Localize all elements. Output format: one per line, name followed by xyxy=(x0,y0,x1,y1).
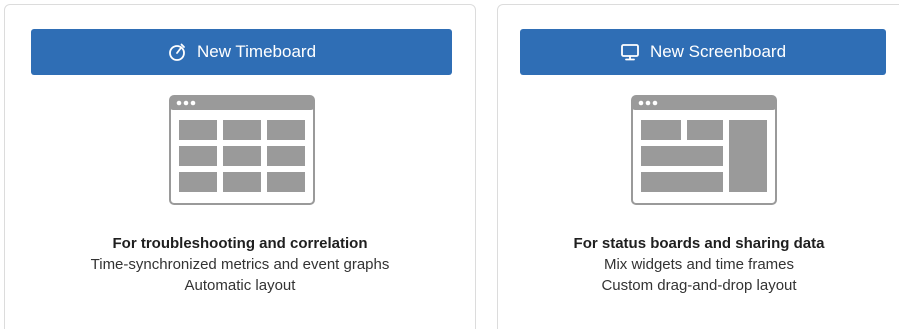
screenboard-description-line-2: Custom drag-and-drop layout xyxy=(601,277,797,294)
new-screenboard-label: New Screenboard xyxy=(649,42,787,61)
stopwatch-icon xyxy=(167,42,187,62)
timeboard-layout-illustration xyxy=(169,95,315,205)
new-timeboard-button[interactable]: New Timeboard xyxy=(31,29,452,75)
timeboard-card: New Timeboard For troubleshooting and co… xyxy=(4,4,476,329)
screenboard-headline: For status boards and sharing data xyxy=(573,235,825,252)
dashboard-type-chooser: New Timeboard For troubleshooting and co… xyxy=(0,0,899,329)
screenboard-layout-illustration xyxy=(631,95,777,205)
new-timeboard-label: New Timeboard xyxy=(196,42,317,61)
timeboard-description-line-2: Automatic layout xyxy=(184,277,296,294)
timeboard-headline: For troubleshooting and correlation xyxy=(112,235,368,252)
monitor-icon xyxy=(620,42,640,62)
timeboard-description-line-1: Time-synchronized metrics and event grap… xyxy=(90,256,390,273)
screenboard-description-line-1: Mix widgets and time frames xyxy=(603,256,795,273)
timeboard-description: For troubleshooting and correlation Time… xyxy=(5,233,475,296)
screenboard-description: For status boards and sharing data Mix w… xyxy=(498,233,899,296)
new-screenboard-button[interactable]: New Screenboard xyxy=(520,29,886,75)
screenboard-card: New Screenboard For status boards and sh… xyxy=(497,4,899,329)
